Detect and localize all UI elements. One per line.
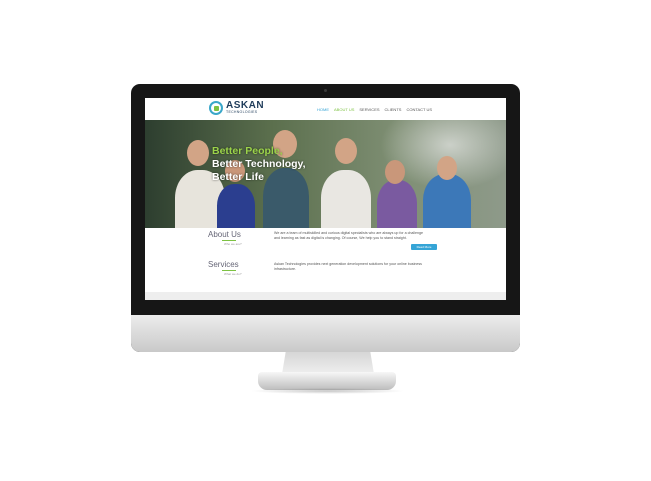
services-title: Services — [208, 260, 239, 269]
nav-home[interactable]: HOME — [317, 107, 329, 112]
imac-monitor: ASKAN TECHNOLOGIES HOME ABOUT US SERVICE… — [131, 84, 520, 352]
monitor-chin — [131, 315, 520, 352]
services-text: Askan Technologies provides next generat… — [274, 262, 422, 271]
nav-about-us[interactable]: ABOUT US — [334, 107, 354, 112]
site-logo[interactable]: ASKAN TECHNOLOGIES — [209, 101, 264, 115]
read-more-button[interactable]: Read More — [411, 244, 437, 250]
services-underline — [222, 270, 236, 271]
content-section: About Us Who we are? We are a team of mu… — [145, 228, 506, 300]
nav-clients[interactable]: CLIENTS — [385, 107, 402, 112]
nav-services[interactable]: SERVICES — [359, 107, 379, 112]
monitor-stand-neck — [282, 352, 374, 374]
about-title: About Us — [208, 230, 241, 239]
hero-headline: Better People, Better Technology, Better… — [212, 145, 306, 184]
site-header: ASKAN TECHNOLOGIES HOME ABOUT US SERVICE… — [145, 98, 506, 120]
nav-contact-us[interactable]: CONTACT US — [406, 107, 432, 112]
webcam-icon — [324, 89, 327, 92]
screen: ASKAN TECHNOLOGIES HOME ABOUT US SERVICE… — [145, 98, 506, 300]
logo-subtitle: TECHNOLOGIES — [226, 110, 258, 115]
logo-icon — [209, 101, 223, 115]
hero-line-3: Better Life — [212, 171, 264, 183]
about-underline — [222, 240, 236, 241]
hero-banner: Better People, Better Technology, Better… — [145, 120, 506, 228]
about-subtitle: Who we are? — [224, 242, 242, 246]
stand-shadow — [250, 388, 405, 394]
services-subtitle: What we do? — [224, 272, 242, 276]
hero-line-1: Better People, — [212, 145, 283, 157]
hero-line-2: Better Technology, — [212, 158, 306, 170]
footer-strip — [145, 292, 506, 300]
about-text: We are a team of multiskilled and curiou… — [274, 231, 423, 240]
main-nav: HOME ABOUT US SERVICES CLIENTS CONTACT U… — [317, 107, 432, 112]
